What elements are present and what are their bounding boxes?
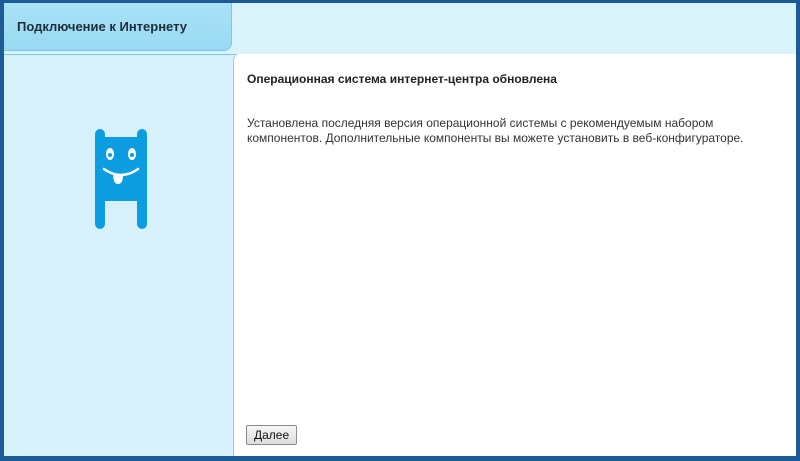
wizard-window: Подключение к Интернету Операционная сис… (0, 0, 800, 461)
description-text: Установлена последняя версия операционно… (247, 116, 744, 145)
next-button[interactable]: Далее (246, 425, 298, 445)
keenetic-monster-icon (91, 129, 151, 234)
sidebar (4, 55, 232, 456)
page-title: Операционная система интернет-центра обн… (247, 72, 557, 86)
header-bar: Подключение к Интернету (4, 3, 796, 55)
tab-label: Подключение к Интернету (17, 19, 188, 34)
tab-internet-connection[interactable]: Подключение к Интернету (4, 3, 232, 51)
main-content: Операционная система интернет-центра обн… (233, 54, 796, 456)
